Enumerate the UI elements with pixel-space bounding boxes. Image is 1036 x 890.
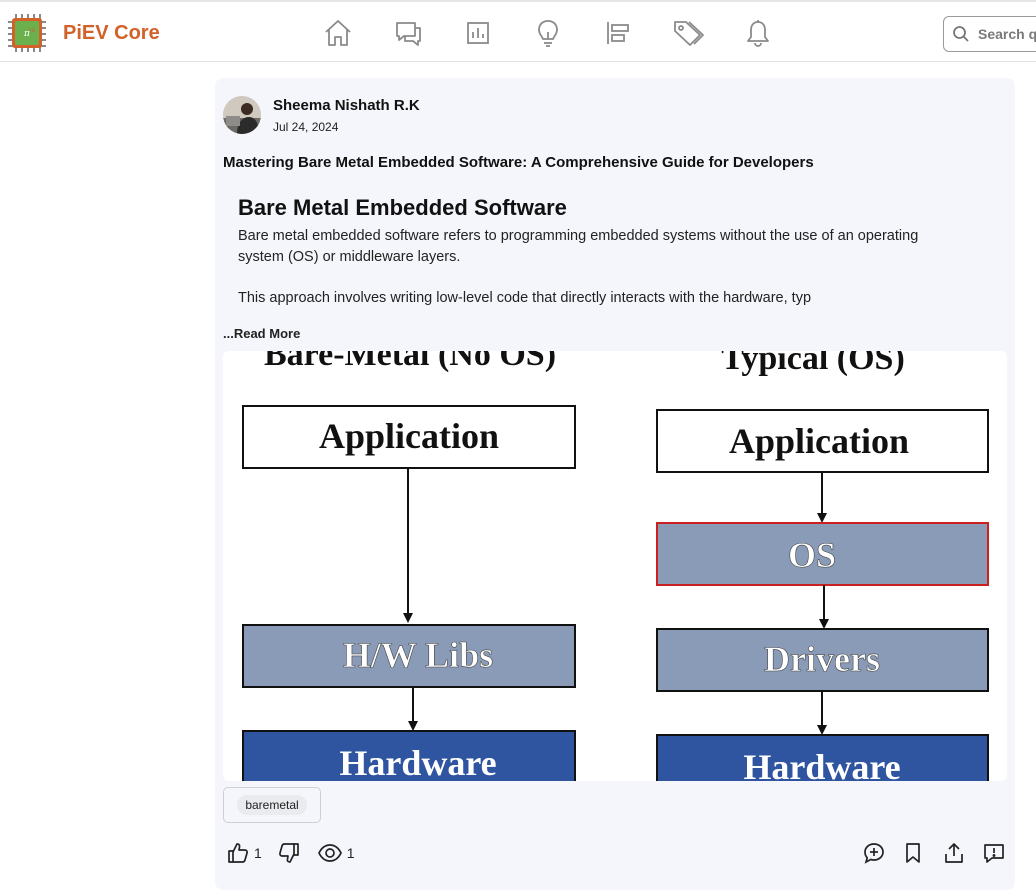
- add-comment-icon: [864, 843, 884, 864]
- like-button[interactable]: 1: [227, 842, 262, 864]
- report-icon: [984, 844, 1004, 863]
- left-hw-libs-box: H/W Libs: [242, 624, 576, 688]
- right-drivers-box: Drivers: [656, 628, 989, 692]
- dislike-button[interactable]: [278, 842, 300, 864]
- post-title[interactable]: Mastering Bare Metal Embedded Software: …: [223, 154, 814, 171]
- share-icon: [945, 843, 963, 863]
- tag-chip[interactable]: baremetal: [237, 795, 307, 815]
- avatar[interactable]: [223, 96, 261, 134]
- svg-text:H/W Libs: H/W Libs: [343, 635, 493, 675]
- comment-button[interactable]: [863, 842, 885, 864]
- svg-text:OS: OS: [788, 535, 836, 575]
- read-more-link[interactable]: ...Read More: [223, 326, 300, 341]
- right-os-box: OS: [656, 522, 989, 586]
- thumbs-up-icon: [228, 843, 248, 863]
- eye-icon: [317, 844, 342, 862]
- body-paragraph-1: Bare metal embedded software refers to p…: [238, 228, 919, 265]
- nav-home-icon[interactable]: [322, 16, 354, 50]
- tag-container: baremetal: [223, 787, 321, 823]
- nav-lightbulb-icon[interactable]: [532, 16, 564, 50]
- bookmark-button[interactable]: [903, 842, 923, 864]
- svg-text:Hardware: Hardware: [339, 743, 496, 781]
- left-application-box: Application: [242, 405, 576, 469]
- share-button[interactable]: [943, 842, 965, 864]
- left-hardware-box: Hardware: [242, 730, 576, 781]
- svg-text:Hardware: Hardware: [743, 747, 900, 781]
- right-application-box: Application: [656, 409, 989, 473]
- svg-text:Application: Application: [319, 416, 499, 456]
- body-heading: Bare Metal Embedded Software: [238, 195, 567, 220]
- thumbs-down-icon: [278, 843, 299, 863]
- brand-name[interactable]: PiEV Core: [63, 22, 160, 45]
- svg-text:Drivers: Drivers: [764, 639, 880, 679]
- nav-tags-icon[interactable]: [672, 16, 704, 50]
- post-date: Jul 24, 2024: [273, 120, 339, 134]
- search-placeholder: Search qu: [978, 26, 1036, 42]
- nav-bell-icon[interactable]: [742, 16, 774, 50]
- report-button[interactable]: [983, 842, 1005, 864]
- chip-logo-icon[interactable]: π re: [6, 12, 48, 54]
- figure-left-title: Bare-Metal (No OS): [264, 351, 556, 373]
- views-indicator: 1: [317, 842, 355, 864]
- right-hardware-box: Hardware: [656, 734, 989, 781]
- post-image[interactable]: Bare-Metal (No OS) Typical (OS) Applicat…: [223, 351, 1007, 781]
- top-bar: π re PiEV Core Search qu: [0, 0, 1036, 62]
- figure-right-title: Typical (OS): [721, 351, 905, 377]
- nav-bar-chart-icon[interactable]: [462, 16, 494, 50]
- body-paragraph-2: This approach involves writing low-level…: [238, 290, 812, 306]
- svg-text:re: re: [29, 27, 35, 34]
- nav-align-icon[interactable]: [602, 16, 634, 50]
- view-count: 1: [346, 845, 355, 861]
- bookmark-icon: [906, 843, 920, 863]
- search-icon: [953, 26, 969, 42]
- post-actions-left: 1 1: [227, 840, 355, 866]
- post-actions-right: [863, 840, 1005, 866]
- post-card: Sheema Nishath R.K Jul 24, 2024 Masterin…: [215, 78, 1015, 890]
- author-name[interactable]: Sheema Nishath R.K: [273, 97, 420, 114]
- search-input[interactable]: Search qu: [943, 16, 1036, 52]
- like-count: 1: [254, 845, 262, 861]
- svg-text:Application: Application: [729, 421, 909, 461]
- nav-chat-icon[interactable]: [392, 16, 424, 50]
